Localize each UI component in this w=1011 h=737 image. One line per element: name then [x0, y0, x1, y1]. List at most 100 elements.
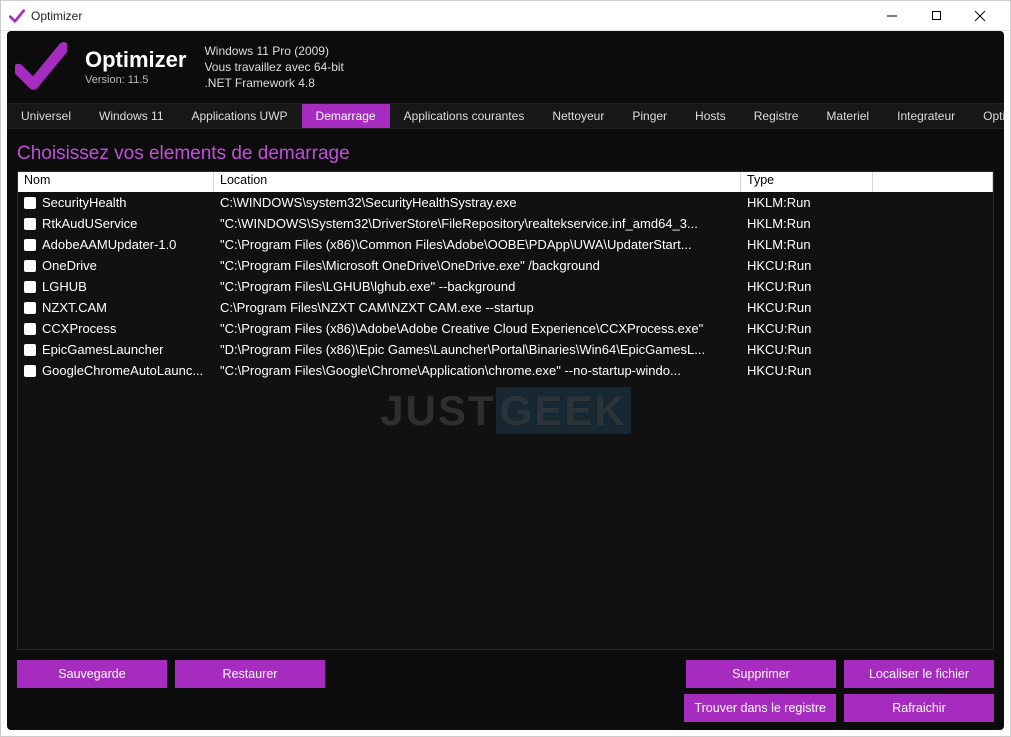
cell-name: EpicGamesLauncher	[18, 341, 214, 358]
table-row[interactable]: GoogleChromeAutoLaunc... "C:\Program File…	[18, 360, 993, 381]
tab-demarrage[interactable]: Demarrage	[302, 104, 390, 128]
table-row[interactable]: EpicGamesLauncher "D:\Program Files (x86)…	[18, 339, 993, 360]
tab-windows-11[interactable]: Windows 11	[85, 104, 177, 128]
cell-location: "C:\Program Files\Google\Chrome\Applicat…	[214, 362, 741, 379]
find-registry-button[interactable]: Trouver dans le registre	[684, 694, 836, 722]
dotnet-line: .NET Framework 4.8	[204, 75, 343, 91]
table-row[interactable]: RtkAudUService "C:\WINDOWS\System32\Drive…	[18, 213, 993, 234]
tab-universel[interactable]: Universel	[7, 104, 85, 128]
minimize-icon	[886, 10, 898, 22]
row-checkbox[interactable]	[24, 197, 36, 209]
row-name-text: LGHUB	[42, 279, 87, 294]
row-checkbox[interactable]	[24, 281, 36, 293]
table-body: SecurityHealth C:\WINDOWS\system32\Securi…	[18, 192, 993, 649]
tab-bar: UniverselWindows 11Applications UWPDemar…	[7, 103, 1004, 129]
maximize-button[interactable]	[914, 2, 958, 30]
system-info: Windows 11 Pro (2009) Vous travaillez av…	[204, 43, 343, 92]
row-checkbox[interactable]	[24, 260, 36, 272]
app-name: Optimizer	[85, 48, 186, 72]
save-button[interactable]: Sauvegarde	[17, 660, 167, 688]
cell-location: "C:\Program Files (x86)\Common Files\Ado…	[214, 236, 741, 253]
cell-name: LGHUB	[18, 278, 214, 295]
app-version: Version: 11.5	[85, 74, 186, 86]
button-row-2: Trouver dans le registre Rafraichir	[17, 694, 994, 722]
cell-type: HKLM:Run	[741, 194, 873, 211]
cell-type: HKCU:Run	[741, 341, 873, 358]
cell-empty	[873, 244, 993, 246]
cell-empty	[873, 265, 993, 267]
cell-type: HKLM:Run	[741, 236, 873, 253]
row-name-text: OneDrive	[42, 258, 97, 273]
column-header-name[interactable]: Nom	[18, 172, 214, 192]
row-checkbox[interactable]	[24, 239, 36, 251]
tab-nettoyeur[interactable]: Nettoyeur	[538, 104, 618, 128]
close-button[interactable]	[958, 2, 1002, 30]
delete-button[interactable]: Supprimer	[686, 660, 836, 688]
cell-name: CCXProcess	[18, 320, 214, 337]
row-checkbox[interactable]	[24, 365, 36, 377]
cell-empty	[873, 328, 993, 330]
row-name-text: RtkAudUService	[42, 216, 137, 231]
cell-type: HKCU:Run	[741, 278, 873, 295]
os-line: Windows 11 Pro (2009)	[204, 43, 343, 59]
table-row[interactable]: SecurityHealth C:\WINDOWS\system32\Securi…	[18, 192, 993, 213]
restore-button[interactable]: Restaurer	[175, 660, 325, 688]
table-row[interactable]: OneDrive"C:\Program Files\Microsoft OneD…	[18, 255, 993, 276]
close-icon	[974, 10, 986, 22]
app-icon	[9, 8, 25, 24]
cell-name: OneDrive	[18, 257, 214, 274]
arch-line: Vous travaillez avec 64-bit	[204, 59, 343, 75]
cell-location: "C:\WINDOWS\System32\DriverStore\FileRep…	[214, 215, 741, 232]
row-name-text: NZXT.CAM	[42, 300, 107, 315]
cell-location: "C:\Program Files\LGHUB\lghub.exe" --bac…	[214, 278, 741, 295]
row-checkbox[interactable]	[24, 218, 36, 230]
tab-applications-courantes[interactable]: Applications courantes	[390, 104, 539, 128]
minimize-button[interactable]	[870, 2, 914, 30]
row-checkbox[interactable]	[24, 344, 36, 356]
cell-empty	[873, 223, 993, 225]
button-row-1: Sauvegarde Restaurer Supprimer Localiser…	[17, 660, 994, 688]
refresh-button[interactable]: Rafraichir	[844, 694, 994, 722]
content-area: Choisissez vos elements de demarrage Nom…	[7, 129, 1004, 730]
tab-materiel[interactable]: Materiel	[812, 104, 883, 128]
tab-applications-uwp[interactable]: Applications UWP	[178, 104, 302, 128]
cell-location: C:\Program Files\NZXT CAM\NZXT CAM.exe -…	[214, 299, 741, 316]
locate-file-button[interactable]: Localiser le fichier	[844, 660, 994, 688]
row-name-text: AdobeAAMUpdater-1.0	[42, 237, 176, 252]
tab-registre[interactable]: Registre	[740, 104, 813, 128]
cell-type: HKCU:Run	[741, 257, 873, 274]
section-title: Choisissez vos elements de demarrage	[17, 143, 994, 165]
row-name-text: GoogleChromeAutoLaunc...	[42, 363, 203, 378]
row-name-text: EpicGamesLauncher	[42, 342, 163, 357]
app-header: Optimizer Version: 11.5 Windows 11 Pro (…	[7, 31, 1004, 103]
table-header-row: Nom Location Type	[18, 172, 993, 192]
table-row[interactable]: CCXProcess"C:\Program Files (x86)\Adobe\…	[18, 318, 993, 339]
table-row[interactable]: AdobeAAMUpdater-1.0 "C:\Program Files (x8…	[18, 234, 993, 255]
cell-location: "D:\Program Files (x86)\Epic Games\Launc…	[214, 341, 741, 358]
cell-type: HKCU:Run	[741, 362, 873, 379]
window-controls	[870, 2, 1002, 30]
cell-type: HKCU:Run	[741, 320, 873, 337]
cell-location: "C:\Program Files (x86)\Adobe\Adobe Crea…	[214, 320, 741, 337]
tab-pinger[interactable]: Pinger	[618, 104, 681, 128]
cell-name: RtkAudUService	[18, 215, 214, 232]
table-row[interactable]: NZXT.CAM C:\Program Files\NZXT CAM\NZXT C…	[18, 297, 993, 318]
cell-name: GoogleChromeAutoLaunc...	[18, 362, 214, 379]
column-header-location[interactable]: Location	[214, 172, 741, 192]
column-header-type[interactable]: Type	[741, 172, 873, 192]
row-checkbox[interactable]	[24, 302, 36, 314]
cell-location: C:\WINDOWS\system32\SecurityHealthSystra…	[214, 194, 741, 211]
tab-integrateur[interactable]: Integrateur	[883, 104, 969, 128]
cell-empty	[873, 202, 993, 204]
cell-empty	[873, 370, 993, 372]
app-window: Optimizer Optimizer Version: 11.5	[0, 0, 1011, 737]
cell-name: AdobeAAMUpdater-1.0	[18, 236, 214, 253]
logo-icon	[15, 41, 67, 93]
app-body: Optimizer Version: 11.5 Windows 11 Pro (…	[7, 31, 1004, 730]
row-name-text: SecurityHealth	[42, 195, 127, 210]
row-checkbox[interactable]	[24, 323, 36, 335]
tab-options[interactable]: Options	[969, 104, 1004, 128]
tab-hosts[interactable]: Hosts	[681, 104, 740, 128]
table-row[interactable]: LGHUB "C:\Program Files\LGHUB\lghub.exe" …	[18, 276, 993, 297]
maximize-icon	[931, 10, 942, 21]
